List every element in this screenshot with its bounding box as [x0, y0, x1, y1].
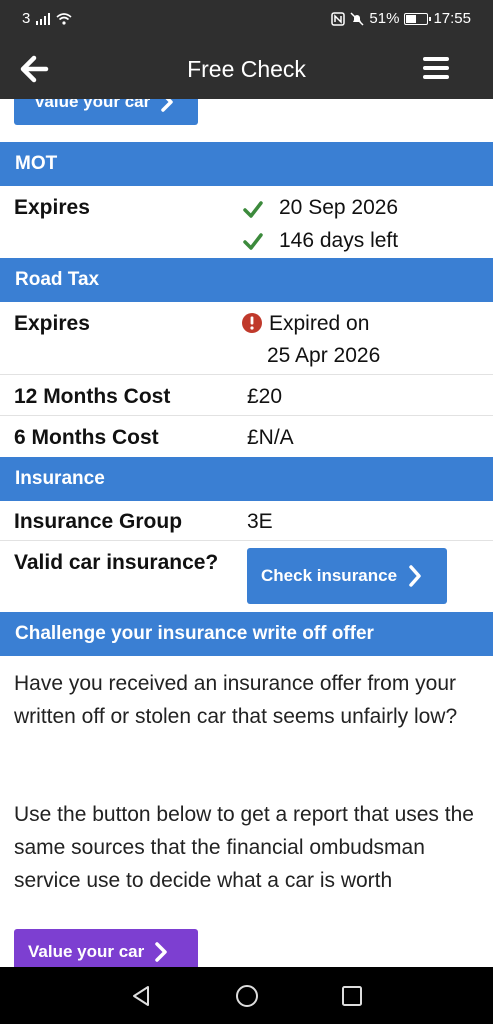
nav-home-button[interactable] — [235, 984, 259, 1008]
app-header: Free Check — [0, 38, 493, 99]
battery-level — [406, 14, 417, 23]
row-divider — [0, 374, 493, 375]
status-left: 3 — [22, 10, 72, 27]
mute-icon — [350, 11, 364, 26]
challenge-paragraph-1: Have you received an insurance offer fro… — [14, 672, 458, 728]
menu-icon — [423, 57, 449, 79]
alert-icon — [242, 313, 262, 333]
menu-button[interactable] — [423, 57, 449, 79]
navigation-bar — [0, 967, 493, 1024]
content[interactable]: Value your car MOT Expires 20 Sep 2026 1… — [0, 99, 493, 967]
nfc-icon — [331, 11, 346, 26]
mot-expiry-date: 20 Sep 2026 — [279, 196, 399, 219]
insurance-group-label: Insurance Group — [14, 510, 183, 533]
sim-indicator: 3 — [22, 10, 31, 27]
nav-recents-button[interactable] — [340, 984, 364, 1008]
insurance-group-value: 3E — [247, 510, 273, 533]
value-car-button-bottom[interactable]: Value your car — [14, 929, 198, 967]
check-insurance-button[interactable]: Check insurance — [247, 548, 447, 604]
clock: 17:55 — [433, 10, 471, 27]
row-divider — [0, 540, 493, 541]
section-header-challenge: Challenge your insurance write off offer — [0, 612, 493, 656]
chevron-right-icon — [409, 565, 421, 587]
status-right: 51% 17:55 — [331, 10, 471, 27]
challenge-paragraph-2: Use the button below to get a report tha… — [14, 803, 474, 892]
section-header-insurance: Insurance — [0, 457, 493, 501]
tax-status-line1: Expired on — [269, 312, 370, 335]
nav-home-icon — [236, 985, 258, 1007]
value-car-button-label: Value your car — [28, 942, 145, 961]
cost-6-months-label: 6 Months Cost — [14, 426, 159, 449]
battery-icon — [404, 12, 432, 25]
cost-6-months-value: £N/A — [247, 426, 294, 449]
check-icon — [243, 233, 263, 250]
nav-back-button[interactable] — [130, 984, 154, 1008]
row-divider — [0, 415, 493, 416]
battery-percent: 51% — [369, 10, 400, 27]
chevron-right-icon — [155, 942, 167, 962]
mot-expires-label: Expires — [14, 196, 90, 219]
tax-status-line2: 25 Apr 2026 — [267, 344, 381, 367]
check-insurance-label: Check insurance — [261, 566, 398, 585]
nav-recents-icon — [342, 986, 362, 1006]
check-icon — [243, 201, 263, 218]
nav-back-icon — [133, 986, 149, 1006]
cost-12-months-value: £20 — [247, 385, 283, 408]
section-header-road-tax: Road Tax — [0, 258, 493, 302]
value-car-button-label: Value your car — [34, 99, 151, 111]
page-title: Free Check — [187, 56, 306, 82]
valid-insurance-label: Valid car insurance? — [14, 551, 219, 574]
signal-icon — [36, 12, 51, 25]
mot-days-left: 146 days left — [279, 229, 399, 252]
section-header-mot: MOT — [0, 142, 493, 186]
tax-expires-label: Expires — [14, 312, 90, 335]
value-car-button-top[interactable]: Value your car — [14, 99, 198, 125]
chevron-right-icon — [161, 99, 173, 112]
wifi-icon — [56, 12, 72, 25]
cost-12-months-label: 12 Months Cost — [14, 385, 171, 408]
status-bar: 3 51% 17:55 — [0, 0, 493, 38]
